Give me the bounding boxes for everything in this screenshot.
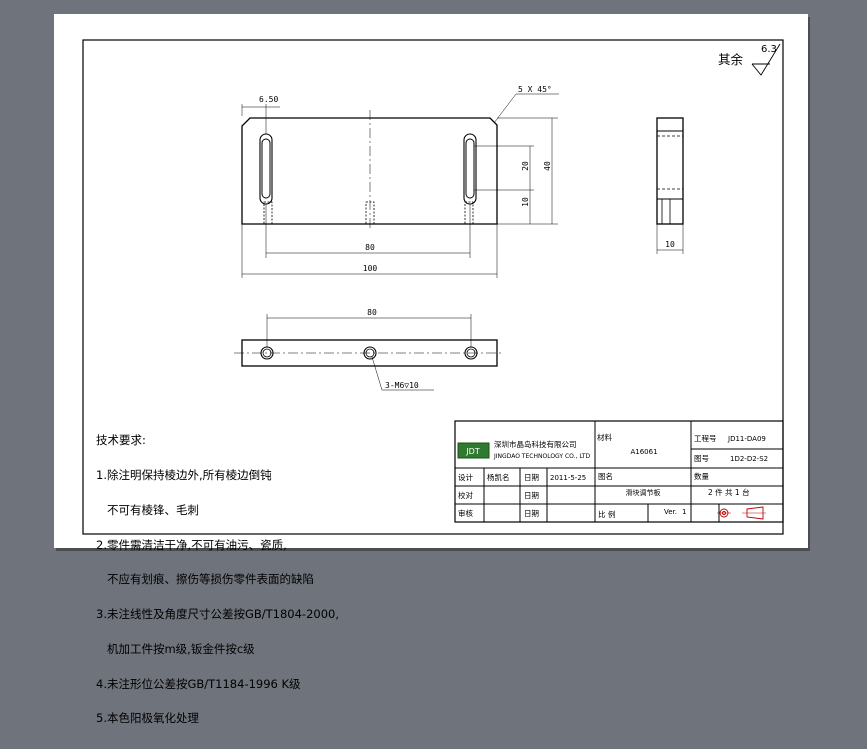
dim-chamfer: 5 X 45° bbox=[518, 85, 552, 94]
project-no-label: 工程号 bbox=[694, 434, 717, 443]
material-label: 材料 bbox=[597, 432, 612, 442]
tech-note-line: 1.除注明保持棱边外,所有棱边倒钝 bbox=[96, 467, 272, 482]
dim-overall-length: 100 bbox=[363, 264, 378, 273]
dim-slot-offset: 6.50 bbox=[259, 95, 278, 104]
company-name-cn: 深圳市晶岛科技有限公司 bbox=[494, 439, 577, 449]
drawing-sheet: 其余 6.3 6.50 5 X 45° 40 20 10 80 100 10 8… bbox=[54, 14, 808, 724]
check-label: 校对 bbox=[458, 490, 473, 500]
surface-finish-label: 其余 bbox=[718, 52, 744, 67]
tech-notes: 技术要求: 1.除注明保持棱边外,所有棱边倒钝 不可有棱锋、毛刺 2.零件需清洁… bbox=[96, 412, 339, 748]
version-value: 1 bbox=[682, 508, 686, 516]
surface-finish-symbol: 其余 6.3 bbox=[718, 43, 781, 76]
date3-label: 日期 bbox=[524, 509, 539, 518]
dim-bottom-pitch: 80 bbox=[367, 308, 377, 317]
tech-note-line: 4.未注形位公差按GB/T1184-1996 K级 bbox=[96, 676, 301, 691]
part-name-value: 滑块调节板 bbox=[626, 488, 661, 497]
project-no-value: JD11-DA09 bbox=[727, 435, 766, 443]
bottom-view: 80 3-M6▽10 bbox=[234, 308, 504, 391]
approve-label: 审核 bbox=[458, 508, 473, 518]
tech-note-line: 机加工件按m级,钣金件按c级 bbox=[96, 641, 255, 656]
date-label: 日期 bbox=[524, 473, 539, 482]
quantity-value: 2 件 共 1 台 bbox=[708, 487, 750, 497]
material-value: A16061 bbox=[630, 448, 657, 456]
scale-label: 比 例 bbox=[598, 509, 615, 519]
tech-note-line: 不应有划痕、擦伤等损伤零件表面的缺陷 bbox=[96, 572, 314, 587]
tech-note-line: 不可有棱锋、毛刺 bbox=[96, 502, 199, 517]
surface-finish-value: 6.3 bbox=[761, 44, 777, 55]
quantity-label: 数量 bbox=[694, 471, 709, 481]
front-view: 6.50 5 X 45° 40 20 10 80 100 bbox=[241, 85, 559, 278]
dim-height-total: 40 bbox=[543, 161, 552, 171]
drawing-no-value: 1D2-D2-S2 bbox=[730, 455, 768, 463]
side-view: 10 bbox=[656, 117, 684, 254]
tech-note-line: 5.本色阳极氧化处理 bbox=[96, 711, 199, 726]
designer-name: 杨凯名 bbox=[487, 472, 510, 482]
tech-notes-title: 技术要求: bbox=[96, 433, 146, 448]
version-label: Ver. bbox=[664, 508, 677, 516]
dim-slot-length: 20 bbox=[521, 161, 530, 171]
company-logo-text: JDT bbox=[465, 447, 480, 456]
tech-note-line: 3.未注线性及角度尺寸公差按GB/T1804-2000, bbox=[96, 607, 340, 622]
date-value: 2011-5-25 bbox=[550, 474, 586, 482]
date2-label: 日期 bbox=[524, 491, 539, 500]
drawing-no-label: 图号 bbox=[694, 454, 709, 463]
company-name-en: JINGDAO TECHNOLOGY CO., LTD bbox=[493, 453, 591, 460]
projection-symbol bbox=[717, 506, 766, 520]
tech-note-line: 2.零件需清洁干净,不可有油污、瓷质, bbox=[96, 537, 287, 552]
dim-side-thickness: 10 bbox=[665, 240, 675, 249]
dim-hole-offset: 10 bbox=[521, 197, 530, 207]
dim-thread-callout: 3-M6▽10 bbox=[385, 381, 419, 390]
part-name-label: 图名 bbox=[598, 471, 613, 481]
design-label: 设计 bbox=[458, 472, 473, 482]
dim-slot-pitch: 80 bbox=[365, 243, 375, 252]
